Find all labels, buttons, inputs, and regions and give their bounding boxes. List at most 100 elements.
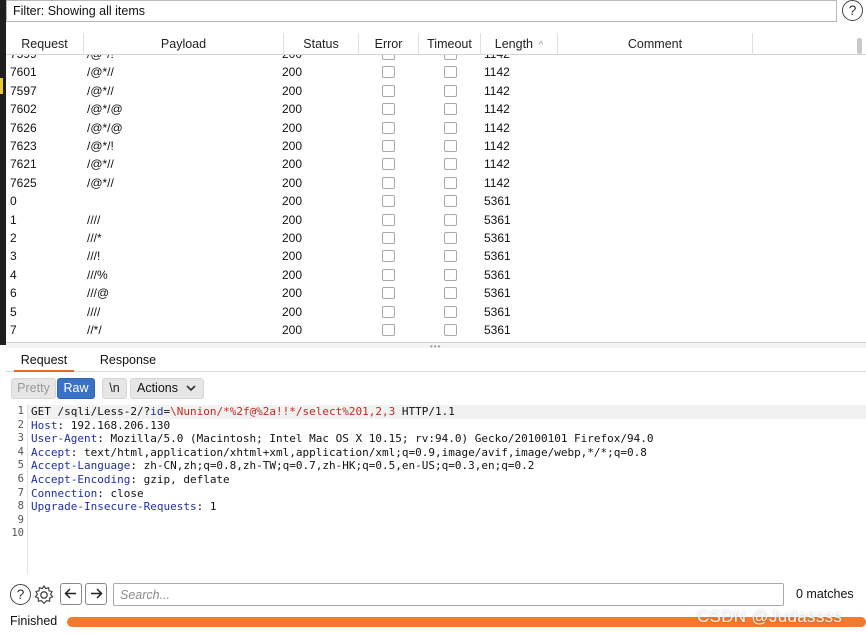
header-value: : gzip, deflate <box>130 473 230 486</box>
column-header-spacer <box>753 33 856 55</box>
code-line-2: Host: 192.168.206.130 <box>31 419 170 433</box>
filter-bar[interactable]: Filter: Showing all items <box>6 0 837 22</box>
header-name: Connection <box>31 486 98 500</box>
header-name: Accept <box>31 445 71 459</box>
pretty-button[interactable]: Pretty <box>11 378 56 399</box>
request-editor[interactable]: 1 2 3 4 5 6 7 8 9 10 GET /sqli/Less-2/?id=\Nunion… <box>6 404 866 574</box>
cell-payload: /@*/! <box>87 139 114 153</box>
error-checkbox <box>382 55 395 60</box>
line-number-gutter: 1 2 3 4 5 6 7 8 9 10 <box>6 404 28 574</box>
cell-length: 1142 <box>484 120 510 135</box>
table-row[interactable]: 0 200 5361 <box>6 192 856 210</box>
search-input[interactable] <box>113 583 784 606</box>
cell-length: 1142 <box>484 139 510 153</box>
next-match-button[interactable] <box>85 583 107 605</box>
error-checkbox <box>382 121 395 134</box>
arrow-right-icon <box>89 588 103 607</box>
timeout-checkbox <box>444 176 457 189</box>
gear-icon[interactable] <box>33 584 55 606</box>
code-line-4: Accept: text/html,application/xhtml+xml,… <box>31 446 647 460</box>
cell-request: 2 <box>10 231 17 245</box>
cell-request: 6 <box>10 286 17 301</box>
help-icon[interactable]: ? <box>10 584 31 605</box>
table-row[interactable]: 1 //// 200 5361 <box>6 211 856 229</box>
table-row[interactable]: 7 //*/ 200 5361 <box>6 321 856 339</box>
cell-status: 200 <box>282 175 303 190</box>
line-number: 9 <box>17 513 24 526</box>
column-header-status[interactable]: Status <box>284 33 359 55</box>
column-header-payload[interactable]: Payload <box>84 33 284 55</box>
error-checkbox <box>382 84 395 97</box>
error-checkbox <box>382 103 395 116</box>
header-name: Accept-Encoding <box>31 473 131 486</box>
tab-request[interactable]: Request <box>14 348 74 372</box>
tab-response[interactable]: Response <box>94 348 162 372</box>
table-row[interactable]: 3 ///! 200 5361 <box>6 247 856 265</box>
header-value: : zh-CN,zh;q=0.8,zh-TW;q=0.7,zh-HK;q=0.5… <box>130 459 535 473</box>
cell-length: 5361 <box>484 231 511 245</box>
table-row[interactable]: 7601 /@*// 200 1142 <box>6 63 856 81</box>
error-checkbox <box>382 287 395 300</box>
table-row[interactable]: 5 //// 200 5361 <box>6 303 856 321</box>
cell-length: 5361 <box>484 212 511 227</box>
results-table: Request Payload Status Error Timeout Len… <box>6 33 866 341</box>
error-checkbox <box>382 213 395 226</box>
column-header-comment[interactable]: Comment <box>558 33 753 55</box>
cell-length: 5361 <box>484 267 511 282</box>
header-name: Accept-Language <box>31 459 131 473</box>
table-scrollbar[interactable] <box>857 38 862 54</box>
table-row[interactable]: 6 ///@ 200 5361 <box>6 284 856 302</box>
cell-payload: /@*// <box>87 65 114 80</box>
cell-payload: /@*// <box>87 157 114 172</box>
previous-match-button[interactable] <box>60 583 82 605</box>
table-row[interactable]: 7597 /@*// 200 1142 <box>6 82 856 100</box>
actions-label: Actions <box>137 381 178 395</box>
error-checkbox <box>382 66 395 79</box>
table-row-partial[interactable]: 7599 /@*/! 200 1142 <box>6 55 856 63</box>
cell-request: 7602 <box>10 102 37 117</box>
table-body: 7599 /@*/! 200 1142 7601/@*//20011427597… <box>6 55 856 341</box>
cell-payload: /@*// <box>87 175 114 190</box>
table-row[interactable]: 7625 /@*// 200 1142 <box>6 174 856 192</box>
cell-status: 200 <box>282 120 303 135</box>
cell-status: 200 <box>282 212 303 227</box>
timeout-checkbox <box>444 213 457 226</box>
line-number: 6 <box>17 473 24 485</box>
cell-request: 1 <box>10 212 17 227</box>
cell-payload: //// <box>87 212 101 227</box>
cell-request: 5 <box>10 304 17 319</box>
table-row[interactable]: 2 ///* 200 5361 <box>6 229 856 247</box>
table-row[interactable]: 7626 /@*/@ 200 1142 <box>6 119 856 137</box>
newline-toggle-button[interactable]: \n <box>102 378 127 399</box>
help-icon[interactable]: ? <box>842 0 863 21</box>
timeout-checkbox <box>444 232 457 244</box>
request-line-protocol: HTTP/1.1 <box>395 405 455 418</box>
actions-dropdown[interactable]: Actions <box>130 378 204 399</box>
table-row[interactable]: 7623 /@*/! 200 1142 <box>6 137 856 155</box>
table-row[interactable]: 7621 /@*// 200 1142 <box>6 155 856 173</box>
code-line-1: GET /sqli/Less-2/?id=\Nunion/*%2f@%2a!!*… <box>31 405 455 419</box>
error-checkbox <box>382 305 395 318</box>
cell-length: 5361 <box>484 286 511 301</box>
table-row[interactable]: 7602 /@*/@ 200 1142 <box>6 100 856 118</box>
table-row[interactable]: 4 ///% 200 5361 <box>6 266 856 284</box>
cell-request: 0 <box>10 194 17 209</box>
line-number: 2 <box>17 418 24 431</box>
cell-status: 200 <box>282 286 303 301</box>
column-header-length[interactable]: Length ^ <box>481 33 558 55</box>
timeout-checkbox <box>444 324 457 336</box>
cell-length: 5361 <box>484 323 511 337</box>
chevron-down-icon <box>186 379 196 404</box>
column-header-request[interactable]: Request <box>6 33 84 55</box>
raw-button[interactable]: Raw <box>57 378 95 399</box>
table-header: Request Payload Status Error Timeout Len… <box>6 33 866 55</box>
timeout-checkbox <box>444 84 457 97</box>
cell-length: 1142 <box>484 102 510 117</box>
cell-length: 5361 <box>484 304 511 319</box>
line-number: 4 <box>17 445 24 458</box>
column-header-error[interactable]: Error <box>359 33 419 55</box>
column-header-timeout[interactable]: Timeout <box>419 33 481 55</box>
cell-request: 7625 <box>10 175 37 190</box>
error-checkbox <box>382 232 395 244</box>
error-checkbox <box>382 324 395 336</box>
